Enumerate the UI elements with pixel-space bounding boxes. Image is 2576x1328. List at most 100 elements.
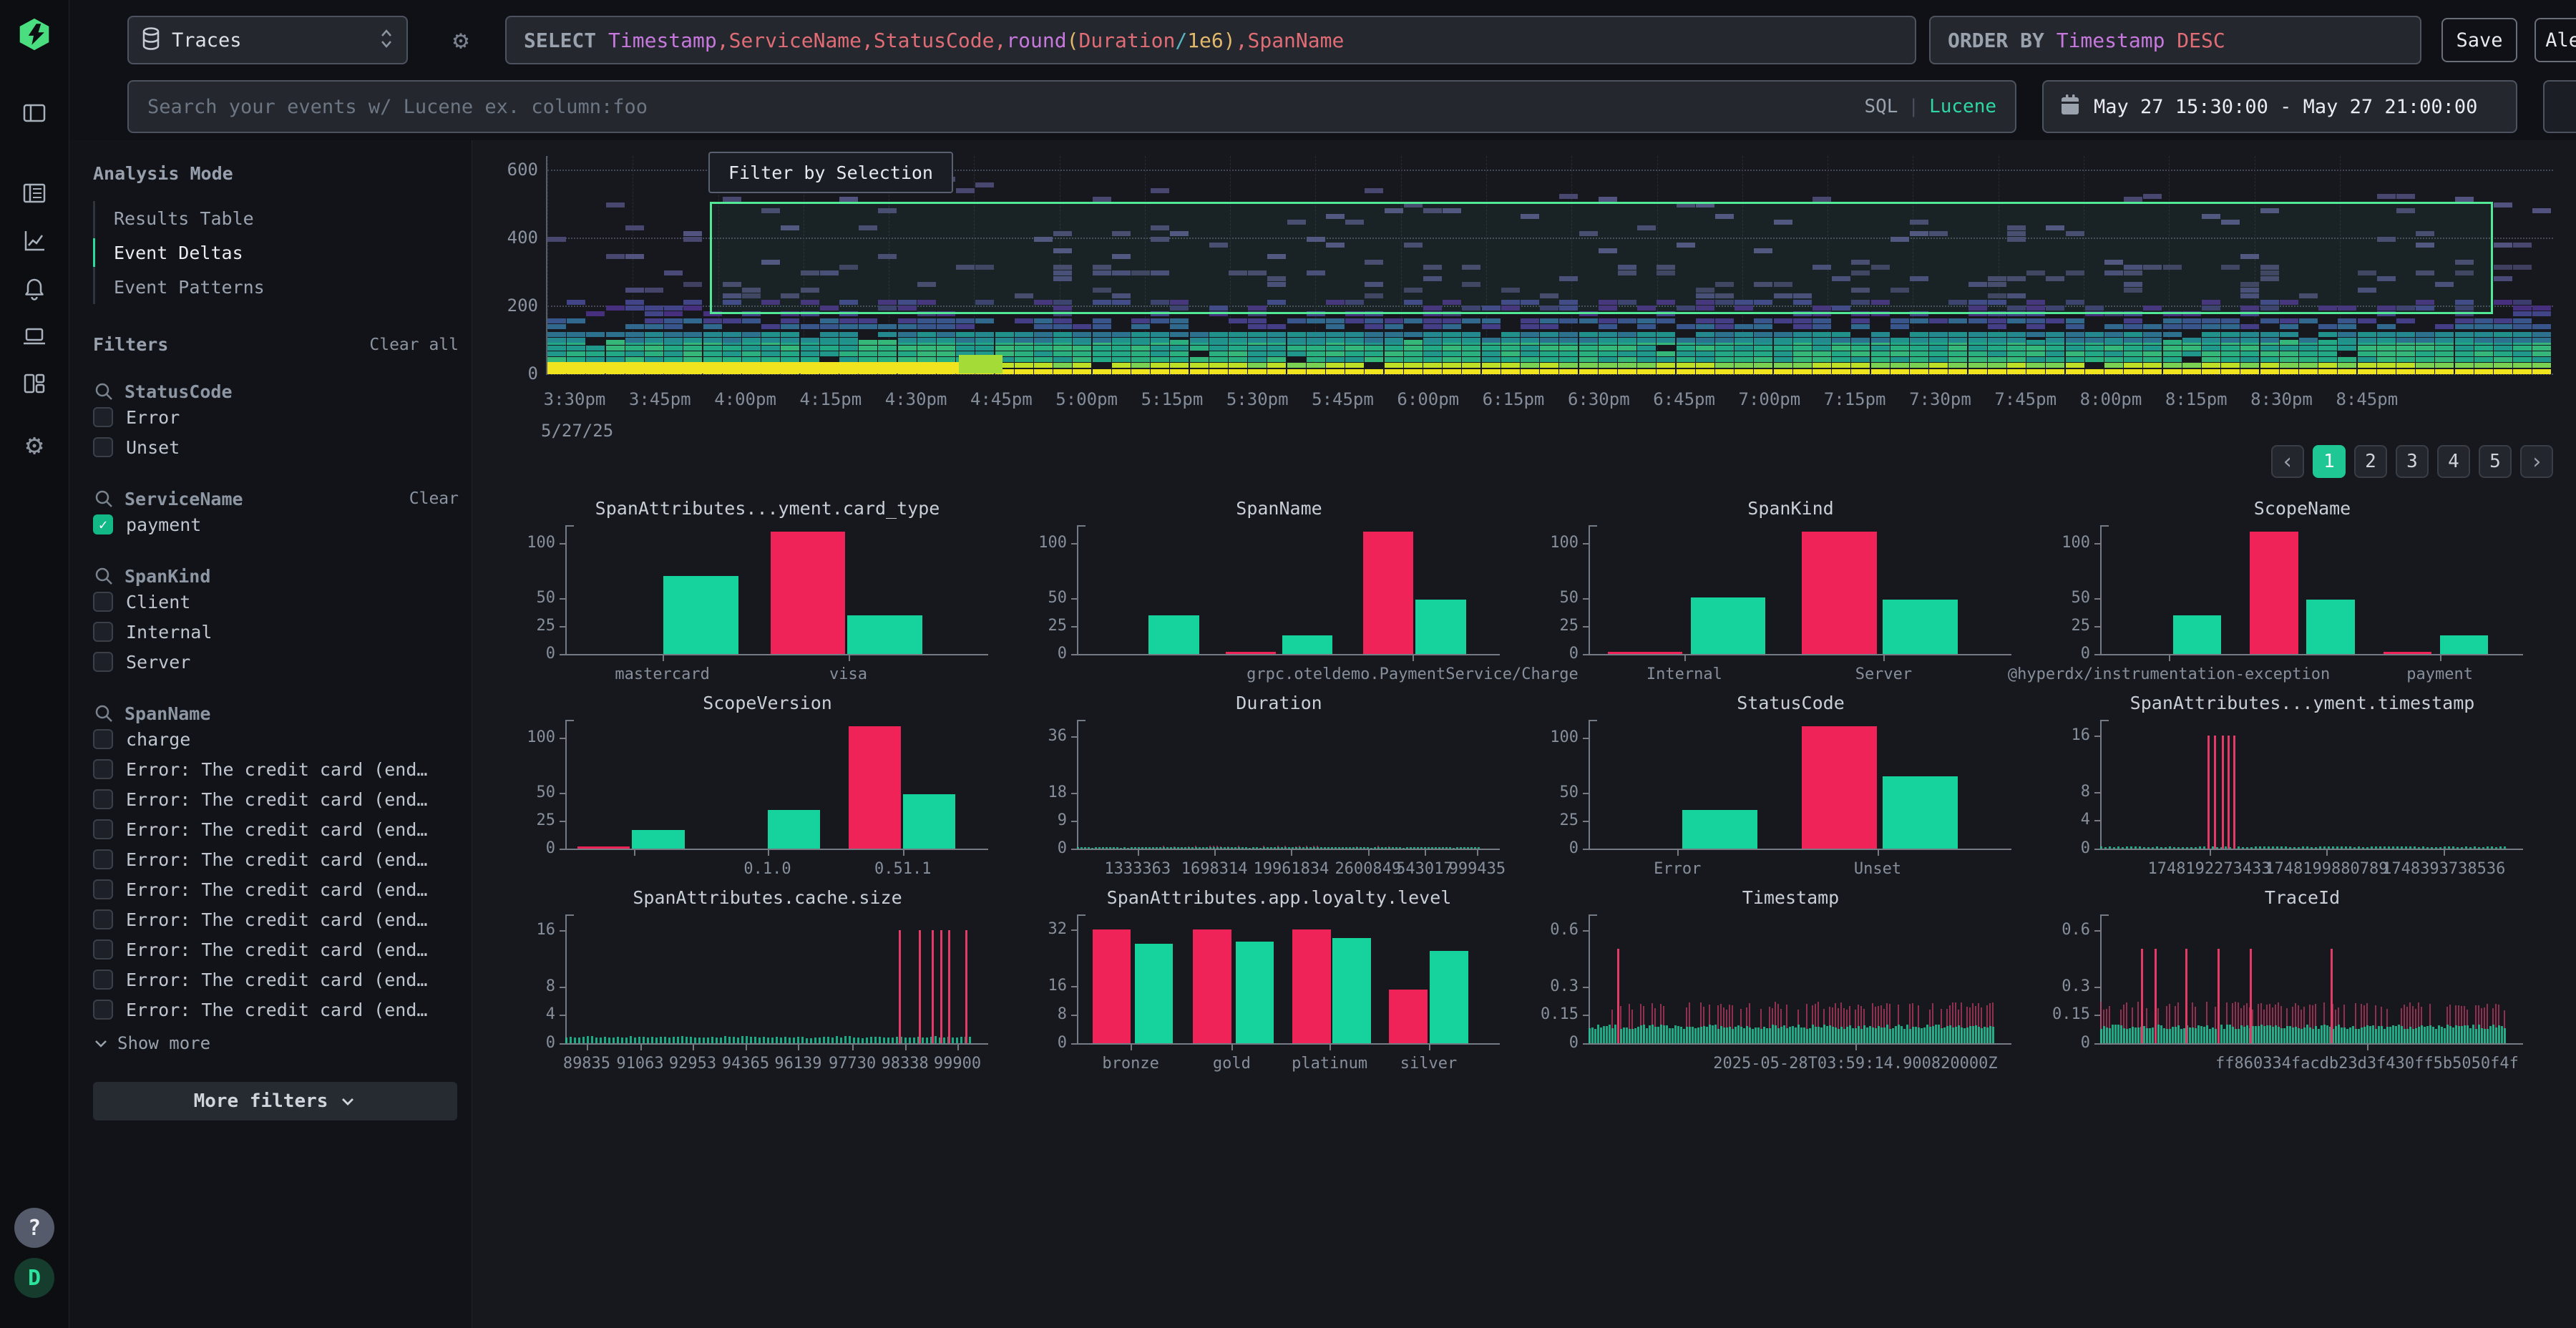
clear-filter-link[interactable]: Clear: [409, 489, 459, 508]
filter-option[interactable]: Error: The credit card (end…: [93, 995, 463, 1025]
checkbox[interactable]: [93, 759, 113, 779]
page-button-4[interactable]: 4: [2437, 445, 2470, 478]
density-spike-green: [1245, 847, 1247, 849]
x-axis-spine: [2100, 654, 2523, 655]
density-spike-green: [1961, 1027, 1963, 1043]
density-spike-green: [1116, 847, 1118, 849]
show-more-link[interactable]: Show more: [93, 1033, 463, 1053]
help-button[interactable]: ?: [14, 1208, 54, 1248]
density-spike-green: [1818, 1027, 1820, 1043]
checkbox[interactable]: [93, 592, 113, 612]
density-spike-green: [1463, 847, 1465, 849]
filter-option[interactable]: Unset: [93, 432, 463, 462]
density-spike-green: [1335, 847, 1337, 849]
filter-option[interactable]: Internal: [93, 617, 463, 647]
filter-option[interactable]: charge: [93, 724, 463, 754]
density-spike-green: [1474, 847, 1476, 849]
clear-all-filters-link[interactable]: Clear all: [369, 336, 459, 354]
checkbox[interactable]: [93, 1000, 113, 1020]
density-spike-green: [2289, 847, 2291, 849]
filter-option[interactable]: Error: The credit card (end…: [93, 754, 463, 784]
filter-option[interactable]: Server: [93, 647, 463, 677]
filter-option[interactable]: Client: [93, 587, 463, 617]
y-tick-mark: [1583, 738, 1589, 739]
search-input[interactable]: [129, 82, 2015, 132]
logs-icon[interactable]: [17, 176, 52, 210]
checkbox[interactable]: [93, 622, 113, 642]
more-filters-button[interactable]: More filters: [93, 1082, 457, 1120]
analysis-mode-item-event-deltas[interactable]: Event Deltas: [95, 235, 463, 270]
page-button-2[interactable]: 2: [2354, 445, 2387, 478]
logo-icon[interactable]: [17, 17, 52, 52]
line-chart-icon[interactable]: [17, 223, 52, 258]
dashboard-icon[interactable]: [17, 366, 52, 401]
y-tick-mark: [2094, 654, 2100, 655]
filter-option[interactable]: Error: The credit card (end…: [93, 965, 463, 995]
panels-icon[interactable]: [17, 96, 52, 130]
laptop-icon[interactable]: [17, 319, 52, 353]
density-spike-green: [2388, 846, 2390, 849]
density-spike-green: [1342, 847, 1344, 849]
filter-by-selection-button[interactable]: Filter by Selection: [708, 152, 953, 193]
filter-option[interactable]: Error: The credit card (end…: [93, 904, 463, 934]
filter-option[interactable]: Error: The credit card (end…: [93, 874, 463, 904]
source-settings-gear-icon[interactable]: ⚙: [444, 16, 478, 64]
selection-rectangle[interactable]: [710, 202, 2493, 314]
date-range-picker[interactable]: May 27 15:30:00 - May 27 21:00:00: [2042, 80, 2517, 133]
alerts-button[interactable]: Alerts: [2534, 18, 2576, 62]
page-button-5[interactable]: 5: [2479, 445, 2512, 478]
language-sql-option[interactable]: SQL: [1864, 96, 1898, 117]
filter-option[interactable]: Error: [93, 402, 463, 432]
page-button-3[interactable]: 3: [2396, 445, 2429, 478]
filter-option[interactable]: Error: The credit card (end…: [93, 934, 463, 965]
x-tick-mark: [2440, 655, 2441, 661]
checkbox[interactable]: [93, 789, 113, 809]
page-button-1[interactable]: 1: [2313, 445, 2346, 478]
filter-option[interactable]: Error: The credit card (end…: [93, 784, 463, 814]
density-spike-green: [2384, 1029, 2386, 1043]
density-spike-green: [1231, 847, 1233, 849]
save-button[interactable]: Save: [2441, 18, 2517, 62]
checkbox[interactable]: ✓: [93, 514, 113, 534]
checkbox[interactable]: [93, 729, 113, 749]
analysis-mode-item-results-table[interactable]: Results Table: [95, 201, 463, 235]
checkbox[interactable]: [93, 652, 113, 672]
x-tick-mark: [2210, 850, 2211, 856]
density-spike-green: [2349, 1027, 2351, 1043]
gear-icon[interactable]: ⚙: [17, 428, 52, 462]
density-spike-green: [1138, 847, 1140, 849]
sql-select-editor[interactable]: SELECT Timestamp,ServiceName,StatusCode,…: [505, 16, 1916, 64]
previous-page-button[interactable]: ‹: [2271, 445, 2304, 478]
checkbox[interactable]: [93, 939, 113, 960]
density-spike-green: [1843, 1029, 1845, 1043]
density-spike-green: [2474, 846, 2476, 849]
y-tick-label: 0.6: [2040, 921, 2090, 939]
filter-option[interactable]: Error: The credit card (end…: [93, 844, 463, 874]
checkbox[interactable]: [93, 879, 113, 899]
user-avatar[interactable]: D: [14, 1258, 54, 1298]
filter-option[interactable]: Error: The credit card (end…: [93, 814, 463, 844]
chart-spanattributes-yment-timestamp: SpanAttributes...yment.timestamp16840174…: [2046, 693, 2547, 883]
density-spike-green: [2260, 1025, 2263, 1043]
checkbox[interactable]: [93, 849, 113, 869]
density-spike-green: [2280, 1028, 2283, 1043]
filter-option[interactable]: ✓payment: [93, 509, 463, 540]
density-spike-green: [1846, 1027, 1848, 1043]
bell-icon[interactable]: [17, 272, 52, 306]
checkbox[interactable]: [93, 407, 113, 427]
next-page-button[interactable]: ›: [2520, 445, 2553, 478]
density-spike-green: [2275, 1025, 2277, 1043]
checkbox[interactable]: [93, 819, 113, 839]
checkbox[interactable]: [93, 909, 113, 929]
density-spike-green: [1743, 1028, 1745, 1043]
source-select[interactable]: Traces: [127, 16, 408, 64]
analysis-mode-item-event-patterns[interactable]: Event Patterns: [95, 270, 463, 304]
run-query-button[interactable]: [2543, 80, 2576, 133]
checkbox[interactable]: [93, 970, 113, 990]
density-spike-green: [1963, 1028, 1966, 1043]
order-by-editor[interactable]: ORDER BY Timestamp DESC: [1929, 16, 2421, 64]
density-spike-green: [2272, 846, 2274, 849]
density-spike-green: [1438, 847, 1440, 849]
checkbox[interactable]: [93, 437, 113, 457]
language-lucene-option[interactable]: Lucene: [1929, 96, 1996, 117]
